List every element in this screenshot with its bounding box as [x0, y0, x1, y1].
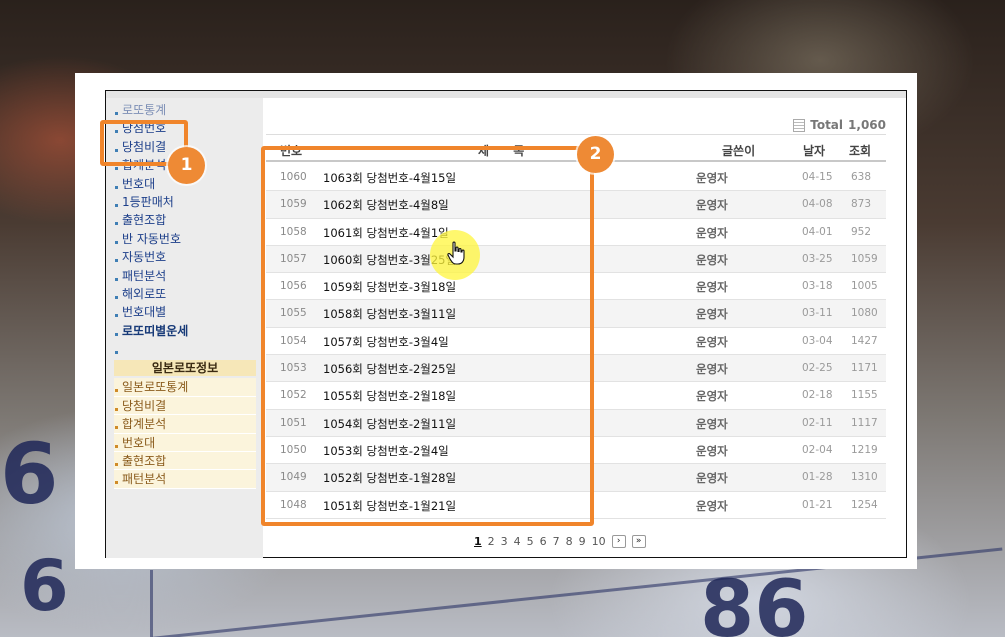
post-date: 04-15 [802, 171, 833, 183]
sidebar-item-auto-numbers[interactable]: 자동번호 [114, 248, 256, 266]
post-date: 03-11 [802, 307, 833, 320]
sidebar-item-japan-combinations[interactable]: 출현조합 [114, 452, 256, 471]
post-author: 운영자 [696, 307, 728, 322]
sidebar-item-by-range[interactable]: 번호대별 [114, 303, 256, 321]
header-author: 글쓴이 [722, 144, 756, 158]
page-link[interactable]: 6 [540, 535, 547, 548]
step-badge-1: 1 [168, 147, 205, 184]
step-badge-2: 2 [577, 136, 614, 173]
sidebar-item-empty [114, 340, 256, 358]
sidebar-item-combinations[interactable]: 출현조합 [114, 211, 256, 229]
top-bar [106, 91, 906, 98]
post-author: 운영자 [696, 225, 728, 240]
post-author: 운영자 [696, 471, 728, 486]
post-date: 02-25 [802, 362, 833, 375]
post-views: 1059 [851, 252, 878, 265]
post-views: 1117 [851, 416, 878, 429]
page-link[interactable]: 7 [553, 535, 560, 548]
document-icon [793, 118, 806, 132]
sidebar-item-japan-sum[interactable]: 합계분석 [114, 415, 256, 434]
post-views: 1080 [851, 307, 878, 320]
highlight-box-2 [261, 146, 594, 526]
background-number: 6 [20, 545, 69, 627]
page-link[interactable]: 5 [527, 535, 534, 548]
sidebar-item-japan-pattern[interactable]: 패턴분석 [114, 470, 256, 489]
double-chevron-right-icon[interactable]: » [631, 535, 646, 548]
sidebar-item-japan-stats[interactable]: 일본로또통계 [114, 378, 256, 397]
post-views: 1155 [851, 389, 878, 402]
post-views: 1254 [851, 498, 878, 511]
sidebar-item-japan-range[interactable]: 번호대 [114, 433, 256, 453]
post-date: 01-21 [802, 498, 833, 511]
total-count: Total 1,060 [793, 118, 886, 132]
sidebar-item-pattern-analysis[interactable]: 패턴분석 [114, 267, 256, 285]
sidebar-section-japan: 일본로또정보 [114, 360, 256, 377]
chevron-right-icon[interactable]: › [611, 535, 626, 548]
post-date: 02-11 [802, 416, 833, 429]
total-value: 1,060 [848, 118, 886, 132]
post-date: 03-25 [802, 252, 833, 265]
sidebar-item-lotto-stats[interactable]: 로또통계 [114, 101, 256, 119]
post-author: 운영자 [696, 416, 728, 431]
post-views: 1171 [851, 362, 878, 375]
post-views: 1005 [851, 280, 878, 293]
header-views: 조회 [849, 144, 872, 158]
post-views: 873 [851, 198, 872, 211]
page-link[interactable]: 1 [474, 535, 482, 548]
post-date: 02-04 [802, 443, 833, 456]
post-date: 03-18 [802, 280, 833, 293]
page-link[interactable]: 10 [592, 535, 606, 548]
hand-pointer-icon [447, 241, 465, 265]
post-author: 운영자 [696, 198, 728, 213]
post-date: 01-28 [802, 471, 833, 484]
post-author: 운영자 [696, 498, 728, 513]
page-link[interactable]: 4 [514, 535, 521, 548]
post-date: 04-01 [802, 225, 833, 238]
page-link[interactable]: 8 [566, 535, 573, 548]
post-author: 운영자 [696, 334, 728, 349]
sidebar-item-japan-secret[interactable]: 당첨비결 [114, 396, 256, 416]
post-date: 04-08 [802, 198, 833, 211]
background-grid-line [150, 570, 153, 637]
post-author: 운영자 [696, 171, 728, 185]
sidebar-item-overseas-lotto[interactable]: 해외로또 [114, 285, 256, 303]
post-views: 638 [851, 171, 872, 183]
sidebar-item-semi-auto[interactable]: 반 자동번호 [114, 230, 256, 248]
page-link[interactable]: 3 [501, 535, 508, 548]
post-views: 952 [851, 225, 872, 238]
post-author: 운영자 [696, 280, 728, 295]
post-views: 1310 [851, 471, 878, 484]
header-date: 날자 [803, 144, 826, 158]
pagination: 1 2 3 4 5 6 7 8 9 10 › » [474, 535, 646, 548]
post-views: 1219 [851, 443, 878, 456]
sidebar-item-zodiac-fortune[interactable]: 로또띠별운세 [114, 322, 256, 340]
post-date: 02-18 [802, 389, 833, 402]
page-link[interactable]: 2 [488, 535, 495, 548]
post-date: 03-04 [802, 334, 833, 347]
post-views: 1427 [851, 334, 878, 347]
post-author: 운영자 [696, 389, 728, 404]
sidebar-item-first-prize-stores[interactable]: 1등판매처 [114, 193, 256, 211]
background-number: 86 [700, 565, 809, 637]
page-link[interactable]: 9 [579, 535, 586, 548]
post-author: 운영자 [696, 252, 728, 267]
post-author: 운영자 [696, 443, 728, 458]
total-label: Total [810, 118, 844, 132]
background-number: 6 [0, 425, 59, 523]
post-author: 운영자 [696, 362, 728, 377]
